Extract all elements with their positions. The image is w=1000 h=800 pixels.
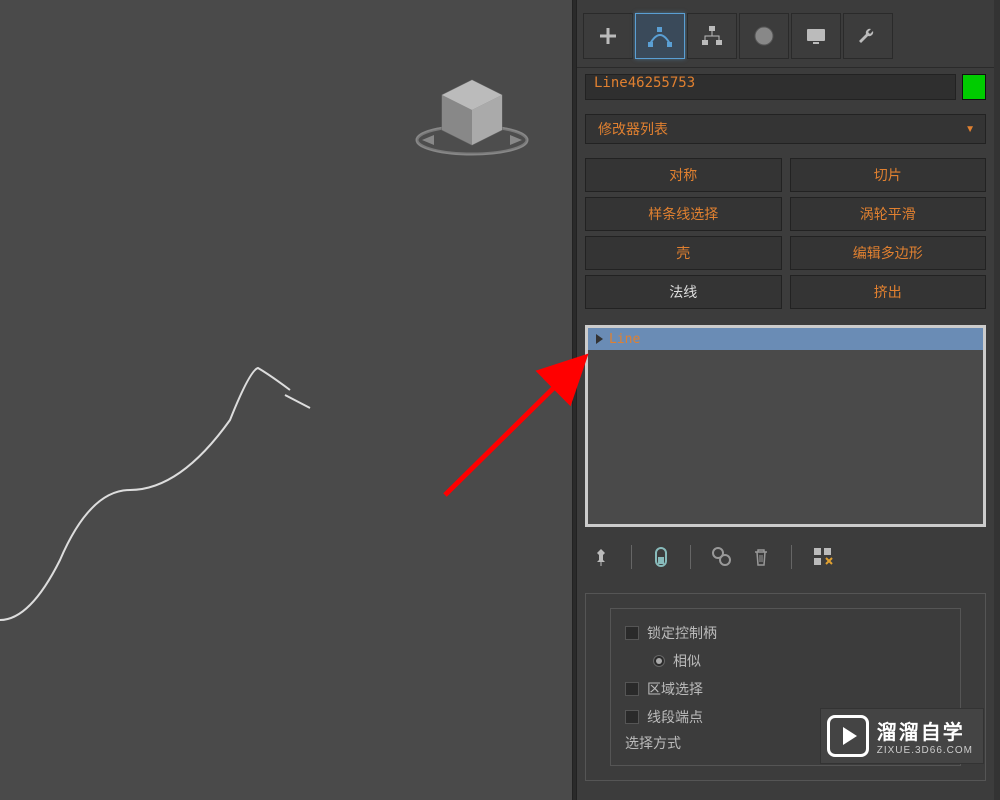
tab-display[interactable] xyxy=(791,13,841,59)
pin-icon[interactable] xyxy=(591,547,611,567)
display-monitor-icon xyxy=(804,24,828,48)
modifier-list-label: 修改器列表 xyxy=(598,119,668,139)
segment-end-label: 线段端点 xyxy=(647,707,703,727)
modifier-shell-button[interactable]: 壳 xyxy=(585,236,782,270)
chevron-down-icon: ▼ xyxy=(965,124,975,135)
radio-icon[interactable] xyxy=(653,655,665,667)
viewport-3d[interactable] xyxy=(0,0,573,800)
hierarchy-icon xyxy=(700,24,724,48)
modifier-extrude-button[interactable]: 挤出 xyxy=(790,275,987,309)
tab-utilities[interactable] xyxy=(843,13,893,59)
area-select-label: 区域选择 xyxy=(647,679,703,699)
checkbox-icon[interactable] xyxy=(625,626,639,640)
expand-triangle-icon[interactable] xyxy=(596,334,603,344)
similar-label: 相似 xyxy=(673,651,701,671)
watermark-text: 溜溜自学 ZIXUE.3D66.COM xyxy=(877,716,973,756)
stack-toolbar xyxy=(577,535,994,579)
modifier-normal-button[interactable]: 法线 xyxy=(585,275,782,309)
tab-create[interactable] xyxy=(583,13,633,59)
checkbox-icon[interactable] xyxy=(625,710,639,724)
modifier-turbosmooth-button[interactable]: 涡轮平滑 xyxy=(790,197,987,231)
modifier-buttons-grid: 对称 切片 样条线选择 涡轮平滑 壳 编辑多边形 法线 挤出 xyxy=(577,150,994,317)
object-name-input[interactable]: Line46255753 xyxy=(585,74,956,100)
modifier-spline-select-button[interactable]: 样条线选择 xyxy=(585,197,782,231)
configure-icon[interactable] xyxy=(812,546,834,568)
watermark: 溜溜自学 ZIXUE.3D66.COM xyxy=(820,708,984,764)
tab-modify[interactable] xyxy=(635,13,685,59)
toolbar-sep xyxy=(631,545,632,569)
object-color-swatch[interactable] xyxy=(962,74,986,100)
trash-icon[interactable] xyxy=(751,546,771,568)
modifier-stack[interactable]: Line xyxy=(585,325,986,527)
option-area-select[interactable]: 区域选择 xyxy=(625,675,946,703)
tab-motion[interactable] xyxy=(739,13,789,59)
command-panel: Line46255753 修改器列表 ▼ 对称 切片 样条线选择 涡轮平滑 壳 … xyxy=(576,0,1000,800)
toolbar-sep xyxy=(791,545,792,569)
wrench-icon xyxy=(856,24,880,48)
play-icon xyxy=(827,715,869,757)
stack-item-label: Line xyxy=(609,332,640,347)
show-end-result-icon[interactable] xyxy=(652,546,670,568)
option-similar[interactable]: 相似 xyxy=(625,647,946,675)
checkbox-icon[interactable] xyxy=(625,682,639,696)
watermark-title: 溜溜自学 xyxy=(877,716,973,745)
viewcube-gizmo[interactable] xyxy=(407,55,537,175)
plus-icon xyxy=(596,24,620,48)
stack-item-line[interactable]: Line xyxy=(588,328,983,350)
lock-handles-label: 锁定控制柄 xyxy=(647,623,717,643)
modifier-edit-poly-button[interactable]: 编辑多边形 xyxy=(790,236,987,270)
tab-hierarchy[interactable] xyxy=(687,13,737,59)
modifier-slice-button[interactable]: 切片 xyxy=(790,158,987,192)
viewport-spline-line xyxy=(0,360,320,640)
option-lock-handles[interactable]: 锁定控制柄 xyxy=(625,619,946,647)
modifier-list-dropdown[interactable]: 修改器列表 ▼ xyxy=(585,114,986,144)
watermark-url: ZIXUE.3D66.COM xyxy=(877,745,973,756)
modify-arc-icon xyxy=(646,24,674,48)
motion-sphere-icon xyxy=(752,24,776,48)
make-unique-icon[interactable] xyxy=(711,546,733,568)
command-panel-tabs xyxy=(577,0,994,68)
panel-scrollbar[interactable] xyxy=(994,0,1000,800)
object-name-bar: Line46255753 xyxy=(577,68,994,106)
modifier-symmetry-button[interactable]: 对称 xyxy=(585,158,782,192)
toolbar-sep xyxy=(690,545,691,569)
